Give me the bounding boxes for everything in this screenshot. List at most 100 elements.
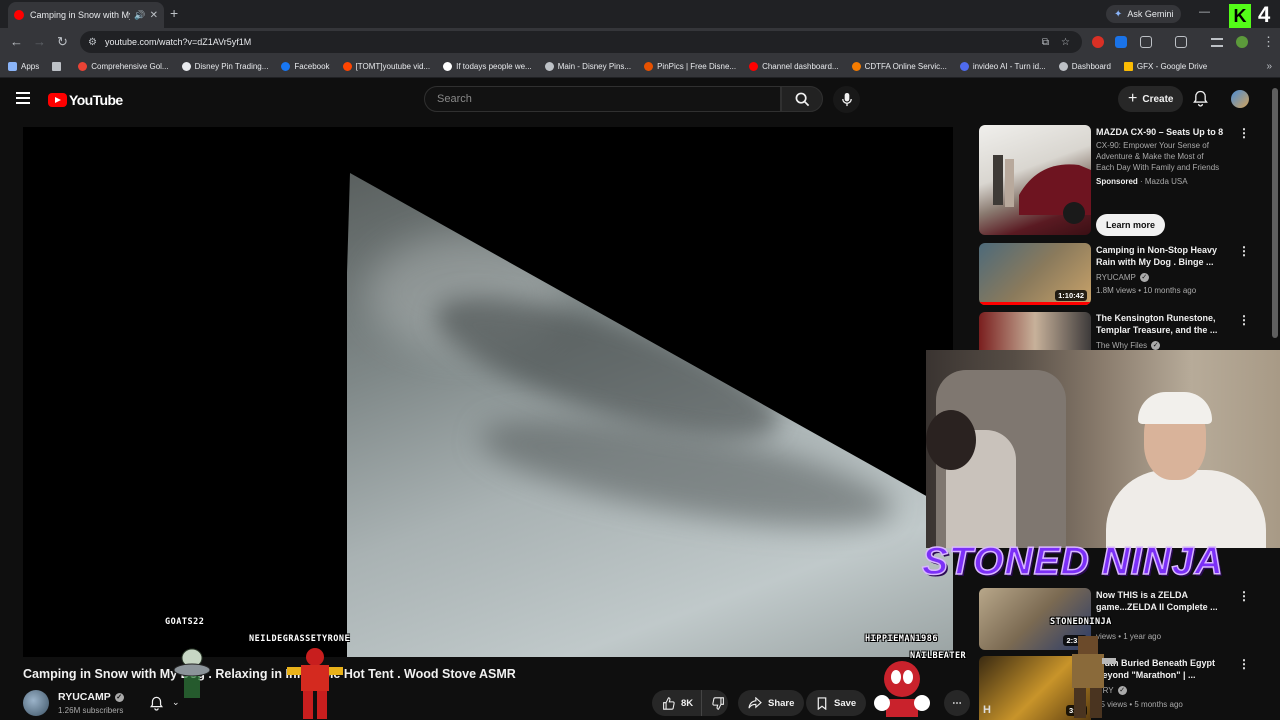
more-options-icon[interactable]: ⋮	[1238, 589, 1250, 603]
sidebar-video-title[interactable]: Now THIS is a ZELDA game...ZELDA II Comp…	[1096, 589, 1224, 613]
search-input[interactable]	[424, 86, 781, 112]
video-thumbnail[interactable]: 1:10:42	[979, 243, 1091, 305]
bookmark-item[interactable]: Dashboard	[1058, 62, 1111, 71]
ad-description: CX-90: Empower Your Sense of Adventure &…	[1096, 141, 1220, 172]
more-options-icon[interactable]: ⋮	[1238, 126, 1250, 140]
video-title: Camping in Snow with My Dog . Relaxing i…	[23, 667, 516, 681]
channel-name[interactable]: RYUCAMP ✓	[58, 691, 124, 703]
more-options-icon[interactable]: ⋮	[1238, 657, 1250, 671]
bookmark-favicon-icon	[959, 62, 969, 71]
ad-sponsor-line: Sponsored · Mazda USA	[1096, 177, 1188, 186]
sidebar-video-channel[interactable]: RYUCAMP ✓	[1096, 272, 1149, 283]
side-panel-icon[interactable]	[1175, 36, 1187, 48]
more-options-icon[interactable]: ⋮	[1238, 313, 1250, 327]
dislike-button[interactable]	[708, 696, 728, 710]
new-tab-button[interactable]: +	[170, 5, 178, 21]
youtube-logo[interactable]: YouTube	[48, 92, 123, 108]
ninja-sprite	[1072, 636, 1116, 718]
overlay-chatter-name: NEILDEGRASSETYRONE	[249, 634, 351, 644]
bookmark-item[interactable]: PinPics | Free Disne...	[644, 62, 736, 71]
bookmark-favicon-icon	[1058, 62, 1068, 71]
bookmark-item[interactable]: Facebook	[281, 62, 330, 71]
more-options-icon[interactable]: ⋮	[1238, 244, 1250, 258]
more-actions-button[interactable]: ⋯	[944, 690, 970, 716]
browser-menu-icon[interactable]: ⋮	[1262, 34, 1275, 50]
bookmark-favicon-icon	[181, 62, 191, 71]
thumbs-up-icon	[663, 696, 675, 710]
sidebar-video-title[interactable]: The Kensington Runestone, Templar Treasu…	[1096, 312, 1224, 336]
back-arrow-icon[interactable]: ←	[10, 34, 23, 49]
bookmark-star-icon[interactable]: ☆	[1061, 37, 1070, 48]
reload-icon[interactable]: ↻	[57, 34, 68, 50]
bookmark-favicon-icon	[644, 62, 654, 71]
address-bar[interactable]: ⚙ youtube.com/watch?v=dZ1AVr5yf1M ⧉ ☆	[80, 31, 1082, 53]
install-app-icon[interactable]: ⧉	[1042, 37, 1049, 48]
verified-check-icon: ✓	[1151, 341, 1161, 350]
subscribe-bell-icon[interactable]	[150, 696, 163, 711]
bookmark-item[interactable]	[52, 62, 65, 71]
profile-icon[interactable]	[1236, 36, 1248, 48]
bookmark-item[interactable]: GFX - Google Drive	[1123, 62, 1207, 71]
share-arrow-icon	[748, 697, 762, 709]
voice-search-button[interactable]	[833, 86, 860, 113]
speaker-icon[interactable]: 🔊	[134, 10, 145, 21]
save-button[interactable]: Save	[806, 690, 867, 716]
forward-arrow-icon[interactable]: →	[33, 34, 46, 49]
ask-gemini-button[interactable]: ✦ Ask Gemini	[1106, 5, 1182, 23]
sidebar-video-meta: 1.8M views • 10 months ago	[1096, 286, 1197, 295]
close-tab-icon[interactable]: ✕	[150, 10, 158, 21]
bookmark-item[interactable]: [TOMT]youtube vid...	[342, 62, 430, 71]
bookmark-item[interactable]: If todays people we...	[443, 62, 532, 71]
bookmark-item[interactable]: CDTFA Online Servic...	[851, 62, 947, 71]
bookmarks-bar: Apps Comprehensive Gol... Disney Pin Tra…	[0, 56, 1280, 78]
bookmark-item[interactable]: Disney Pin Trading...	[181, 62, 268, 71]
bookmark-favicon-icon	[544, 62, 554, 71]
like-button[interactable]: 8K	[652, 690, 702, 716]
reddit-icon	[342, 62, 352, 71]
youtube-header: YouTube + Create	[0, 78, 1280, 122]
tab-search-icon[interactable]	[1211, 38, 1223, 47]
verified-check-icon: ✓	[1139, 273, 1149, 282]
sidebar-video-title[interactable]: Camping in Non-Stop Heavy Rain with My D…	[1096, 244, 1224, 268]
youtube-favicon-icon	[14, 10, 24, 20]
ad-thumbnail[interactable]	[979, 125, 1091, 235]
knuckles-sprite	[874, 661, 930, 717]
notifications-bell-icon[interactable]	[1193, 90, 1208, 107]
browser-tab-strip: Camping in Snow with My 🔊 ✕ + ✦ Ask Gemi…	[0, 0, 1280, 28]
ask-gemini-label: Ask Gemini	[1127, 9, 1174, 19]
streamer-name-banner: STONED NINJA	[921, 539, 1224, 584]
bookmark-favicon-icon	[78, 62, 88, 71]
bookmark-item[interactable]: Channel dashboard...	[749, 62, 839, 71]
ad-title[interactable]: MAZDA CX-90 – Seats Up to 8	[1096, 126, 1224, 138]
video-duration: 1:10:42	[1055, 290, 1087, 301]
page-scrollbar[interactable]	[1272, 88, 1278, 338]
watch-progress-bar	[979, 302, 1091, 305]
bookmark-item[interactable]: Comprehensive Gol...	[78, 62, 169, 71]
create-button[interactable]: + Create	[1118, 86, 1184, 112]
channel-avatar[interactable]	[23, 690, 49, 716]
car-image	[993, 155, 1091, 224]
grid-icon	[52, 62, 62, 71]
video-frame-tent-window	[347, 173, 953, 657]
extensions-puzzle-icon[interactable]	[1140, 36, 1152, 48]
browser-tab[interactable]: Camping in Snow with My 🔊 ✕	[8, 2, 164, 28]
bookmark-apps[interactable]: Apps	[8, 62, 39, 71]
site-info-icon[interactable]: ⚙	[88, 37, 97, 48]
share-button[interactable]: Share	[738, 690, 805, 716]
bookmark-item[interactable]: Main - Disney Pins...	[544, 62, 631, 71]
extension-red-icon[interactable]	[1092, 36, 1104, 48]
streamer-webcam-overlay	[926, 350, 1280, 548]
bookmark-item[interactable]: invideo AI - Turn id...	[959, 62, 1046, 71]
verified-check-icon: ✓	[114, 692, 124, 702]
video-thumbnail[interactable]	[979, 312, 1091, 350]
minimize-button[interactable]: —	[1199, 6, 1210, 18]
search-button[interactable]	[781, 86, 823, 112]
video-player[interactable]	[23, 127, 953, 657]
extension-blue-icon[interactable]	[1115, 36, 1127, 48]
account-avatar[interactable]	[1231, 90, 1249, 108]
google-drive-icon	[1123, 62, 1133, 71]
learn-more-button[interactable]: Learn more	[1096, 214, 1166, 236]
menu-hamburger-icon[interactable]	[16, 92, 30, 104]
overlay-chatter-name: HIPPIEMAN1986	[865, 634, 939, 644]
more-bookmarks-icon[interactable]: »	[1266, 61, 1272, 72]
